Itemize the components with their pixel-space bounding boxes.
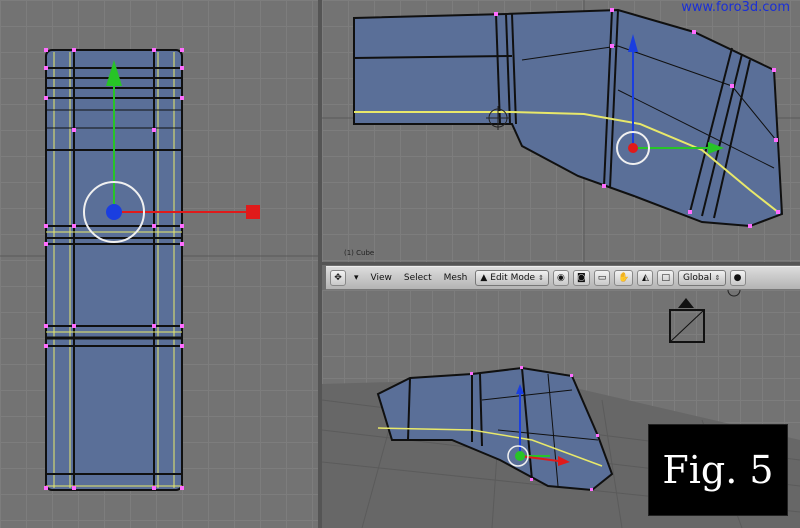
figure-label: Fig. 5	[648, 424, 788, 516]
menu-mesh[interactable]: Mesh	[440, 273, 472, 283]
draw-type-icon[interactable]: ◉	[552, 270, 569, 286]
chevron-updown-icon-2: ⇕	[714, 274, 721, 282]
hand-icon[interactable]: ✋	[614, 270, 634, 286]
rotate-icon[interactable]: ◭	[637, 270, 654, 286]
viewport-split-horizontal[interactable]	[322, 262, 800, 265]
view-label: (1) Cube	[344, 249, 375, 257]
scale-icon[interactable]: □	[657, 270, 674, 286]
orientation-select-value: Global	[682, 273, 712, 283]
header-collapse-icon[interactable]: ▾	[350, 273, 363, 283]
layers-icon[interactable]: ●	[729, 270, 746, 286]
menu-view[interactable]: View	[367, 273, 396, 283]
lamp-object[interactable]	[669, 290, 741, 343]
orientation-select[interactable]: Global ⇕	[677, 270, 726, 286]
chevron-updown-icon: ⇕	[538, 274, 544, 282]
top-viewport-canvas[interactable]	[322, 0, 800, 262]
front-viewport[interactable]	[0, 0, 318, 528]
arm-mesh-top[interactable]	[353, 8, 784, 228]
pivot-point-icon[interactable]: ◙	[572, 270, 590, 286]
top-viewport[interactable]: www.foro3d.com	[322, 0, 800, 262]
watermark: www.foro3d.com	[681, 0, 790, 15]
mode-select[interactable]: ▲ Edit Mode ⇕	[475, 270, 549, 286]
manipulator-icon[interactable]: ▭	[593, 270, 611, 286]
view3d-header: ✥ ▾ View Select Mesh ▲ Edit Mode ⇕ ◉ ◙ ▭…	[326, 266, 800, 290]
edit-mode-icon: ▲	[480, 273, 488, 283]
cross-arrows-icon[interactable]: ✥	[330, 270, 346, 286]
menu-select[interactable]: Select	[400, 273, 436, 283]
front-viewport-canvas[interactable]	[0, 0, 318, 528]
mode-select-value: Edit Mode	[490, 273, 536, 283]
